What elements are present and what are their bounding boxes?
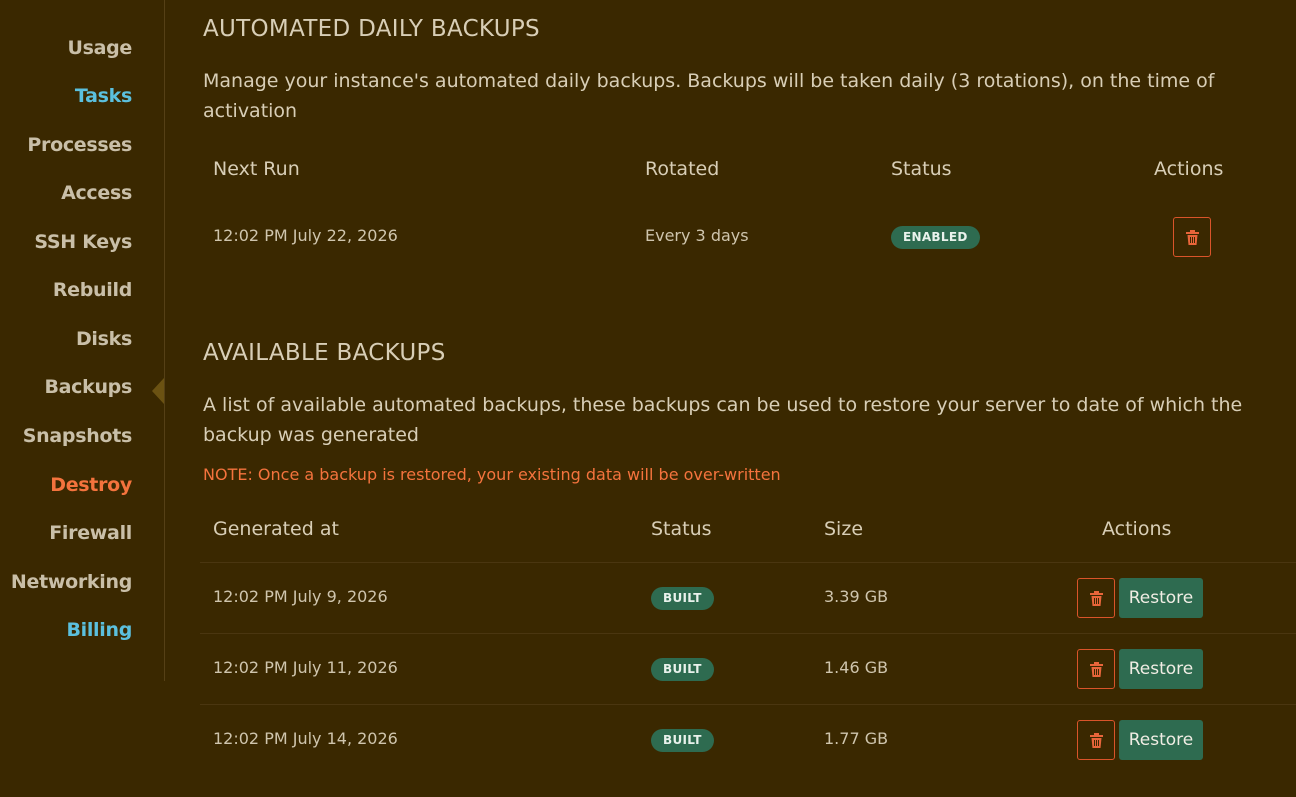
row-divider xyxy=(200,633,1296,634)
trash-icon xyxy=(1089,732,1103,748)
generated-at-value: 12:02 PM July 9, 2026 xyxy=(213,587,388,606)
header-actions: Actions xyxy=(1102,518,1172,540)
header-generated-at: Generated at xyxy=(213,518,339,540)
available-backups-description: A list of available automated backups, t… xyxy=(203,394,1243,446)
status-badge: ENABLED xyxy=(891,226,980,249)
status-badge: BUILT xyxy=(651,729,714,752)
sidebar-item-firewall[interactable]: Firewall xyxy=(49,522,132,544)
header-size: Size xyxy=(824,518,864,540)
available-backups-title: AVAILABLE BACKUPS xyxy=(203,340,446,366)
size-value: 1.77 GB xyxy=(824,729,889,748)
sidebar-item-ssh-keys[interactable]: SSH Keys xyxy=(34,231,132,253)
active-item-pointer xyxy=(152,378,164,404)
sidebar-item-tasks[interactable]: Tasks xyxy=(75,85,132,107)
delete-backup-button[interactable] xyxy=(1077,578,1115,618)
rotation-value: Every 3 days xyxy=(645,226,749,245)
sidebar-item-destroy[interactable]: Destroy xyxy=(50,474,132,496)
generated-at-value: 12:02 PM July 14, 2026 xyxy=(213,729,398,748)
daily-backups-description: Manage your instance's automated daily b… xyxy=(203,70,1215,122)
generated-at-value: 12:02 PM July 11, 2026 xyxy=(213,658,398,677)
size-value: 1.46 GB xyxy=(824,658,889,677)
restore-button[interactable]: Restore xyxy=(1119,578,1203,618)
sidebar-item-snapshots[interactable]: Snapshots xyxy=(23,425,133,447)
main-content: AUTOMATED DAILY BACKUPS Manage your inst… xyxy=(200,0,1296,797)
restore-button[interactable]: Restore xyxy=(1119,649,1203,689)
restore-warning-note: NOTE: Once a backup is restored, your ex… xyxy=(203,465,781,484)
trash-icon xyxy=(1185,229,1199,245)
sidebar-item-rebuild[interactable]: Rebuild xyxy=(53,279,132,301)
header-status: Status xyxy=(891,158,952,180)
row-divider xyxy=(200,704,1296,705)
header-next-run: Next Run xyxy=(213,158,300,180)
delete-schedule-button[interactable] xyxy=(1173,217,1211,257)
sidebar-item-disks[interactable]: Disks xyxy=(76,328,132,350)
sidebar-item-networking[interactable]: Networking xyxy=(11,571,132,593)
row-divider xyxy=(200,562,1296,563)
trash-icon xyxy=(1089,590,1103,606)
next-run-value: 12:02 PM July 22, 2026 xyxy=(213,226,398,245)
restore-button[interactable]: Restore xyxy=(1119,720,1203,760)
delete-backup-button[interactable] xyxy=(1077,649,1115,689)
sidebar-nav: Usage Tasks Processes Access SSH Keys Re… xyxy=(0,0,165,681)
delete-backup-button[interactable] xyxy=(1077,720,1115,760)
header-rotated: Rotated xyxy=(645,158,720,180)
size-value: 3.39 GB xyxy=(824,587,889,606)
trash-icon xyxy=(1089,661,1103,677)
status-badge: BUILT xyxy=(651,587,714,610)
sidebar-item-billing[interactable]: Billing xyxy=(66,619,132,641)
sidebar-item-access[interactable]: Access xyxy=(61,182,132,204)
header-status: Status xyxy=(651,518,712,540)
sidebar-item-usage[interactable]: Usage xyxy=(67,37,132,59)
sidebar-item-processes[interactable]: Processes xyxy=(27,134,132,156)
sidebar-item-backups[interactable]: Backups xyxy=(44,376,132,398)
status-badge: BUILT xyxy=(651,658,714,681)
header-actions: Actions xyxy=(1154,158,1224,180)
daily-backups-title: AUTOMATED DAILY BACKUPS xyxy=(203,16,540,42)
